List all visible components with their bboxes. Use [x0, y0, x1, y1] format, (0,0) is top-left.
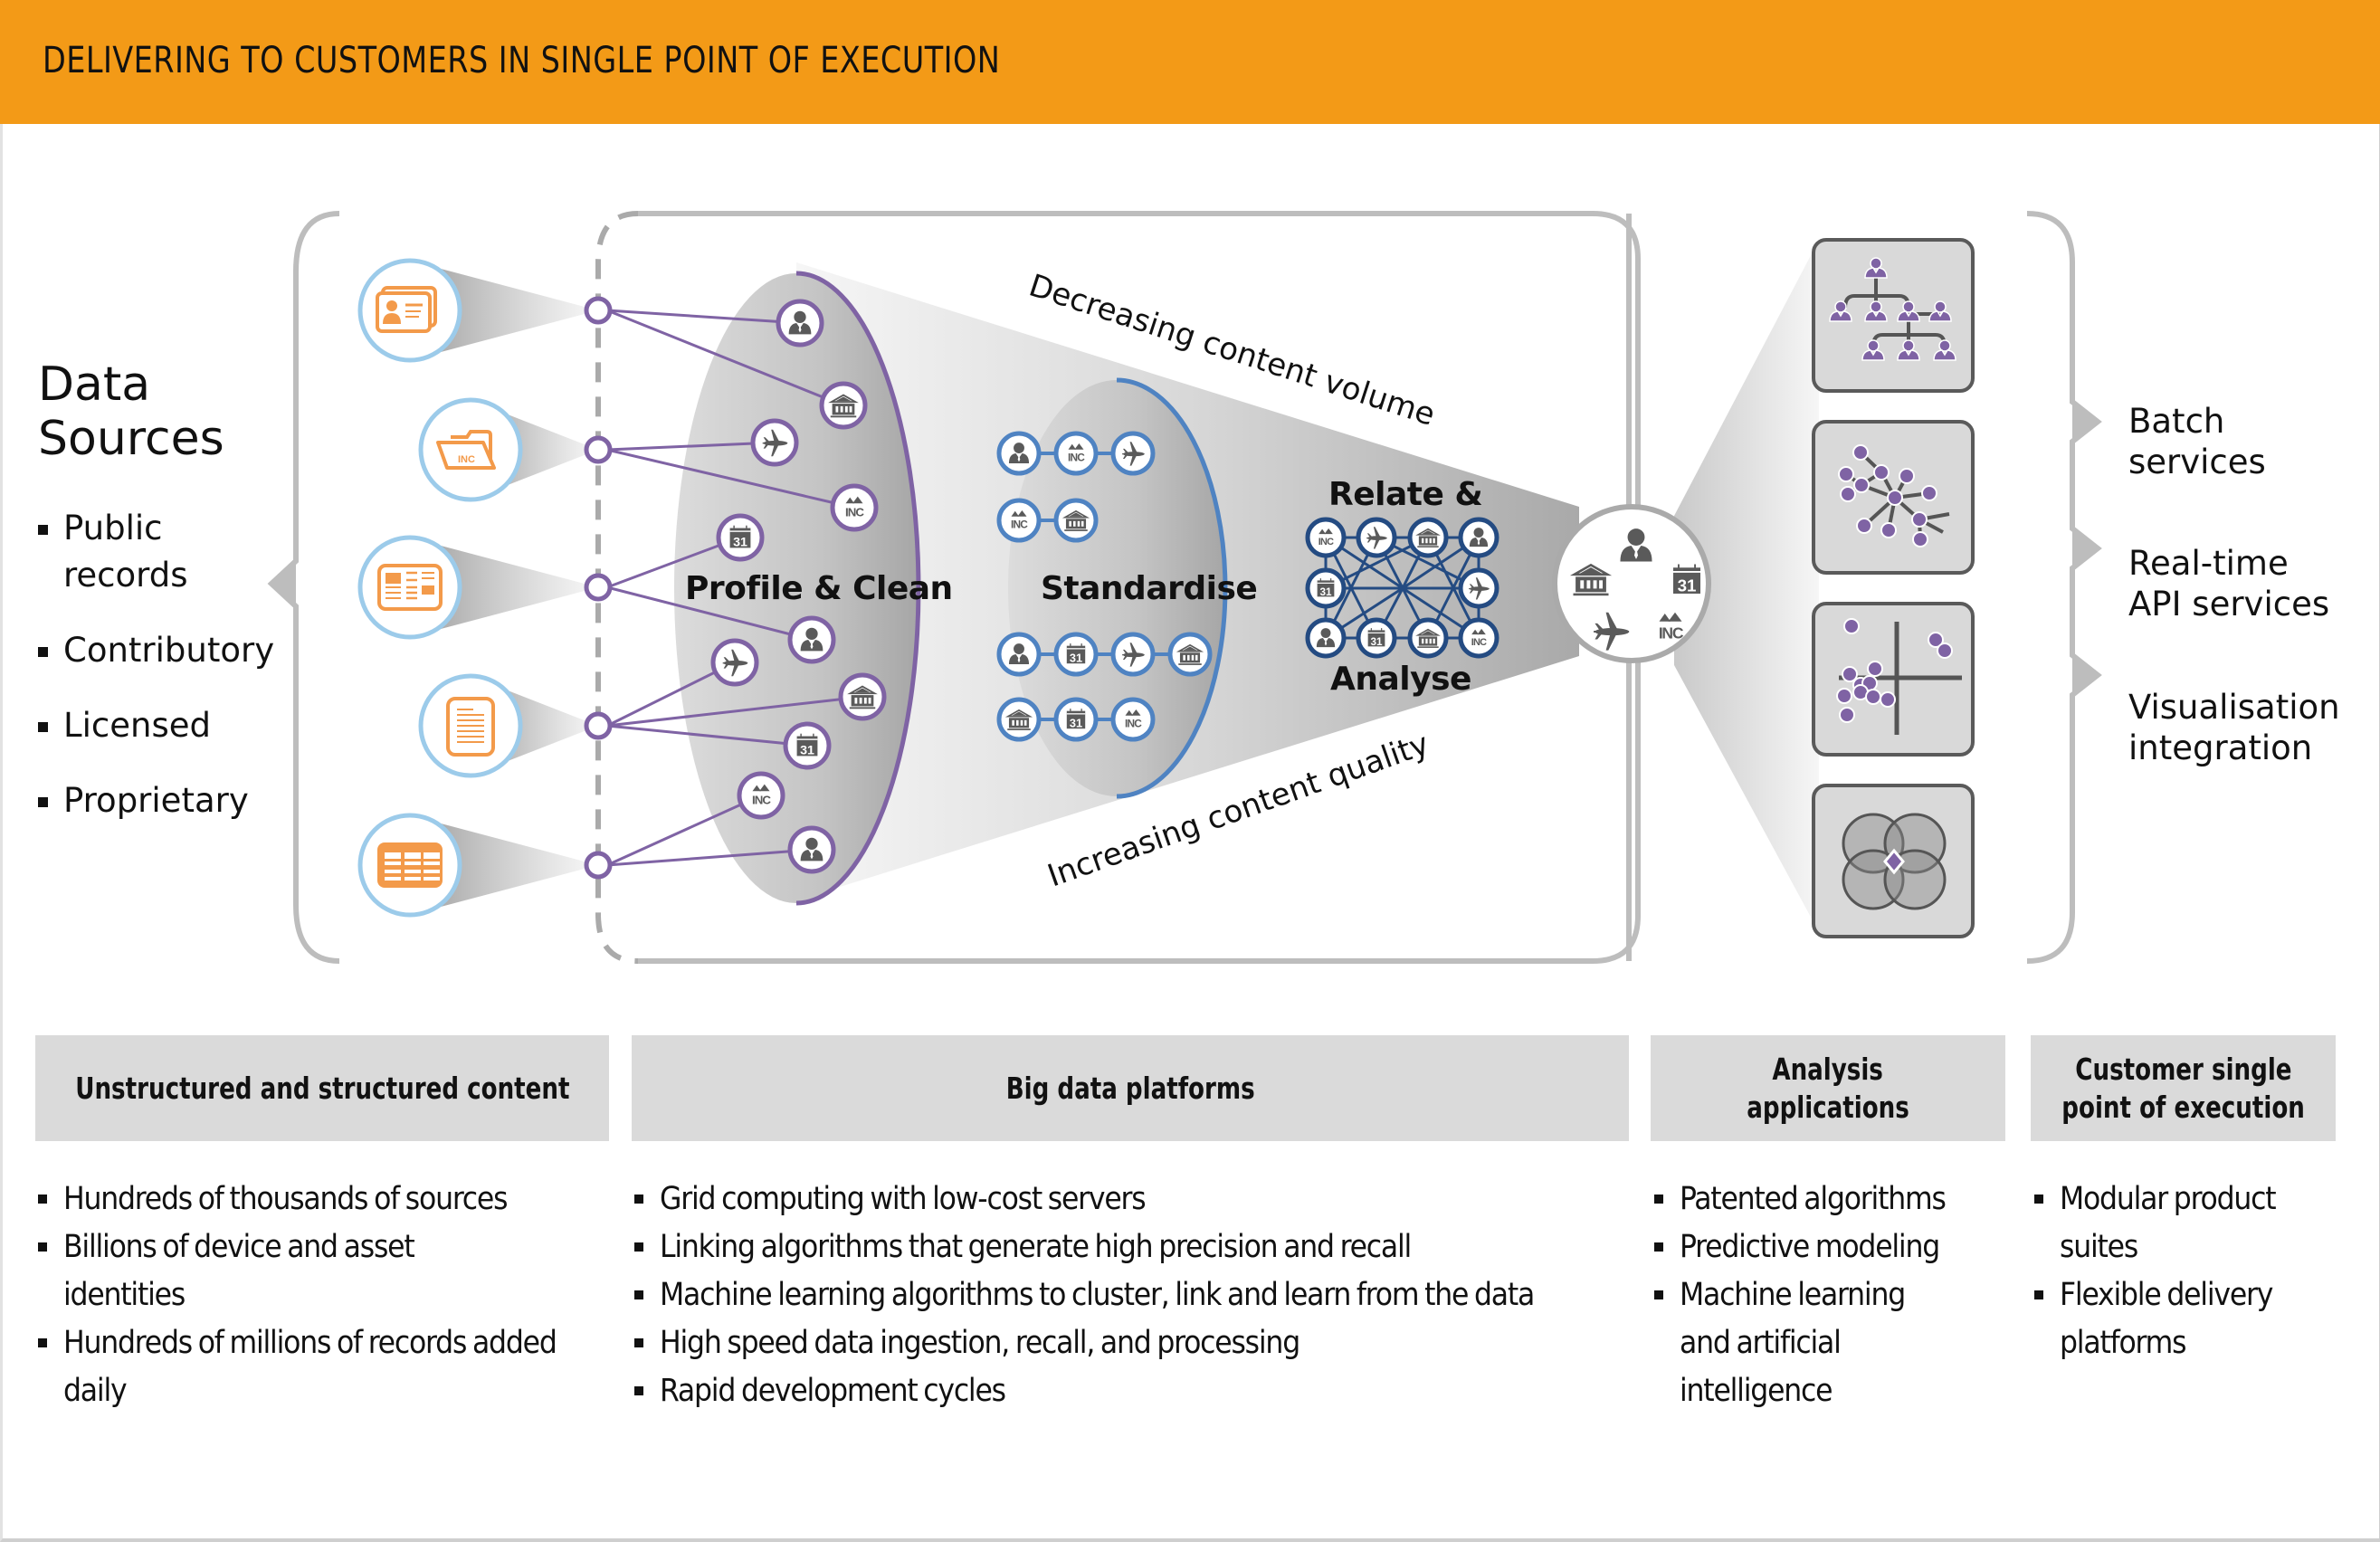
column-heading-content: Unstructured and structured content — [35, 1035, 609, 1141]
stage-analyse: Analyse — [1330, 661, 1471, 698]
person-icon — [996, 632, 1042, 677]
column-heading-platforms: Big data platforms — [632, 1035, 1629, 1141]
calendar-icon — [1053, 697, 1099, 742]
bullet-item: Hundreds of thousands of sources — [36, 1176, 615, 1223]
newspaper-icon — [357, 535, 462, 640]
person-icon — [996, 431, 1042, 476]
page-title: DELIVERING TO CUSTOMERS IN SINGLE POINT … — [43, 40, 1001, 81]
airplane-icon — [1356, 517, 1397, 558]
bullet-item: Flexible delivery platforms — [2033, 1271, 2349, 1367]
person-icon — [776, 299, 824, 347]
bracket-arrow-realtime — [2072, 528, 2099, 568]
folder-inc-icon: INC — [418, 397, 523, 502]
person-icon — [1305, 617, 1347, 659]
connector-node — [584, 296, 613, 325]
bracket-arrow-visualisation — [2072, 655, 2099, 695]
standardised-chain — [996, 431, 1156, 476]
network-graph-icon — [1812, 420, 1975, 575]
calendar-icon — [716, 513, 765, 562]
data-source-item: Public records — [36, 505, 274, 599]
calendar-icon — [783, 721, 832, 770]
bullets-analysis: Patented algorithms Predictive modeling … — [1652, 1176, 2014, 1415]
airplane-icon — [1110, 431, 1156, 476]
airplane-icon — [750, 418, 799, 467]
inc-icon — [1053, 431, 1099, 476]
calendar-icon — [1356, 617, 1397, 659]
bullet-item: Machine learning and artificial intellig… — [1652, 1271, 1960, 1415]
building-icon — [1407, 617, 1449, 659]
person-icon — [787, 615, 836, 664]
building-icon — [819, 381, 868, 430]
table-icon — [357, 813, 462, 918]
data-sources-list: Public records Contributory Licensed Prop… — [36, 505, 274, 852]
bullet-item: Predictive modeling — [1652, 1223, 2014, 1271]
bullet-item: Rapid development cycles — [633, 1367, 1610, 1415]
bullet-item: Grid computing with low-cost servers — [633, 1176, 1610, 1223]
inc-icon — [830, 483, 879, 532]
document-icon — [418, 673, 523, 778]
bullet-item: Patented algorithms — [1652, 1176, 2014, 1223]
output-label-visualisation: Visualisation integration — [2128, 688, 2340, 767]
calendar-icon — [1305, 567, 1347, 609]
bullet-item: Linking algorithms that generate high pr… — [633, 1223, 1610, 1271]
stage-standardise: Standardise — [1041, 570, 1258, 607]
org-chart-icon — [1812, 238, 1975, 393]
bullet-item: Modular product suites — [2033, 1176, 2358, 1271]
inc-icon — [1110, 697, 1156, 742]
bullet-item: High speed data ingestion, recall, and p… — [633, 1319, 1610, 1367]
building-icon — [1053, 498, 1099, 543]
inc-icon — [996, 498, 1042, 543]
data-source-item: Contributory — [36, 627, 274, 674]
inc-icon — [1458, 617, 1499, 659]
standardised-chain — [996, 697, 1156, 742]
connector-node — [584, 573, 613, 602]
bullet-item: Machine learning algorithms to cluster, … — [633, 1271, 1601, 1319]
connector-node — [584, 711, 613, 740]
header-banner: DELIVERING TO CUSTOMERS IN SINGLE POINT … — [0, 0, 2380, 124]
building-icon — [838, 672, 887, 721]
column-heading-analysis: Analysis applications — [1651, 1035, 2005, 1141]
output-label-batch: Batch services — [2128, 402, 2266, 481]
airplane-icon — [1110, 632, 1156, 677]
inc-icon — [1305, 517, 1347, 558]
bracket-arrow-batch — [2072, 402, 2099, 442]
inc-icon — [737, 771, 785, 820]
airplane-icon — [710, 638, 759, 687]
bullet-item: Hundreds of millions of records added da… — [36, 1319, 570, 1415]
building-icon — [1407, 517, 1449, 558]
person-icon — [787, 825, 836, 874]
bullets-customer: Modular product suites Flexible delivery… — [2033, 1176, 2367, 1367]
data-source-item: Proprietary — [36, 777, 274, 824]
person-icon — [1458, 517, 1499, 558]
calendar-icon — [1053, 632, 1099, 677]
bullet-item: Billions of device and asset identities — [36, 1223, 534, 1319]
svg-text:INC: INC — [458, 454, 475, 465]
data-source-item: Licensed — [36, 702, 274, 749]
connector-node — [584, 435, 613, 464]
output-label-realtime: Real-time API services — [2128, 544, 2330, 623]
hub-calendar-icon — [1673, 564, 1700, 595]
connector-node — [584, 851, 613, 880]
venn-diagram-icon — [1812, 784, 1975, 938]
building-icon — [996, 697, 1042, 742]
id-card-icon — [357, 258, 462, 363]
data-sources-title: Data Sources — [38, 357, 224, 466]
airplane-icon — [1458, 567, 1499, 609]
right-bracket — [2026, 211, 2102, 964]
bullets-content: Hundreds of thousands of sources Billion… — [36, 1176, 615, 1415]
stage-relate: Relate & — [1328, 476, 1483, 513]
scatter-plot-icon — [1812, 602, 1975, 757]
bullets-platforms: Grid computing with low-cost servers Lin… — [633, 1176, 1610, 1415]
building-icon — [1167, 632, 1213, 677]
column-heading-customer: Customer single point of execution — [2031, 1035, 2336, 1141]
stage-profile-clean: Profile & Clean — [685, 570, 953, 607]
